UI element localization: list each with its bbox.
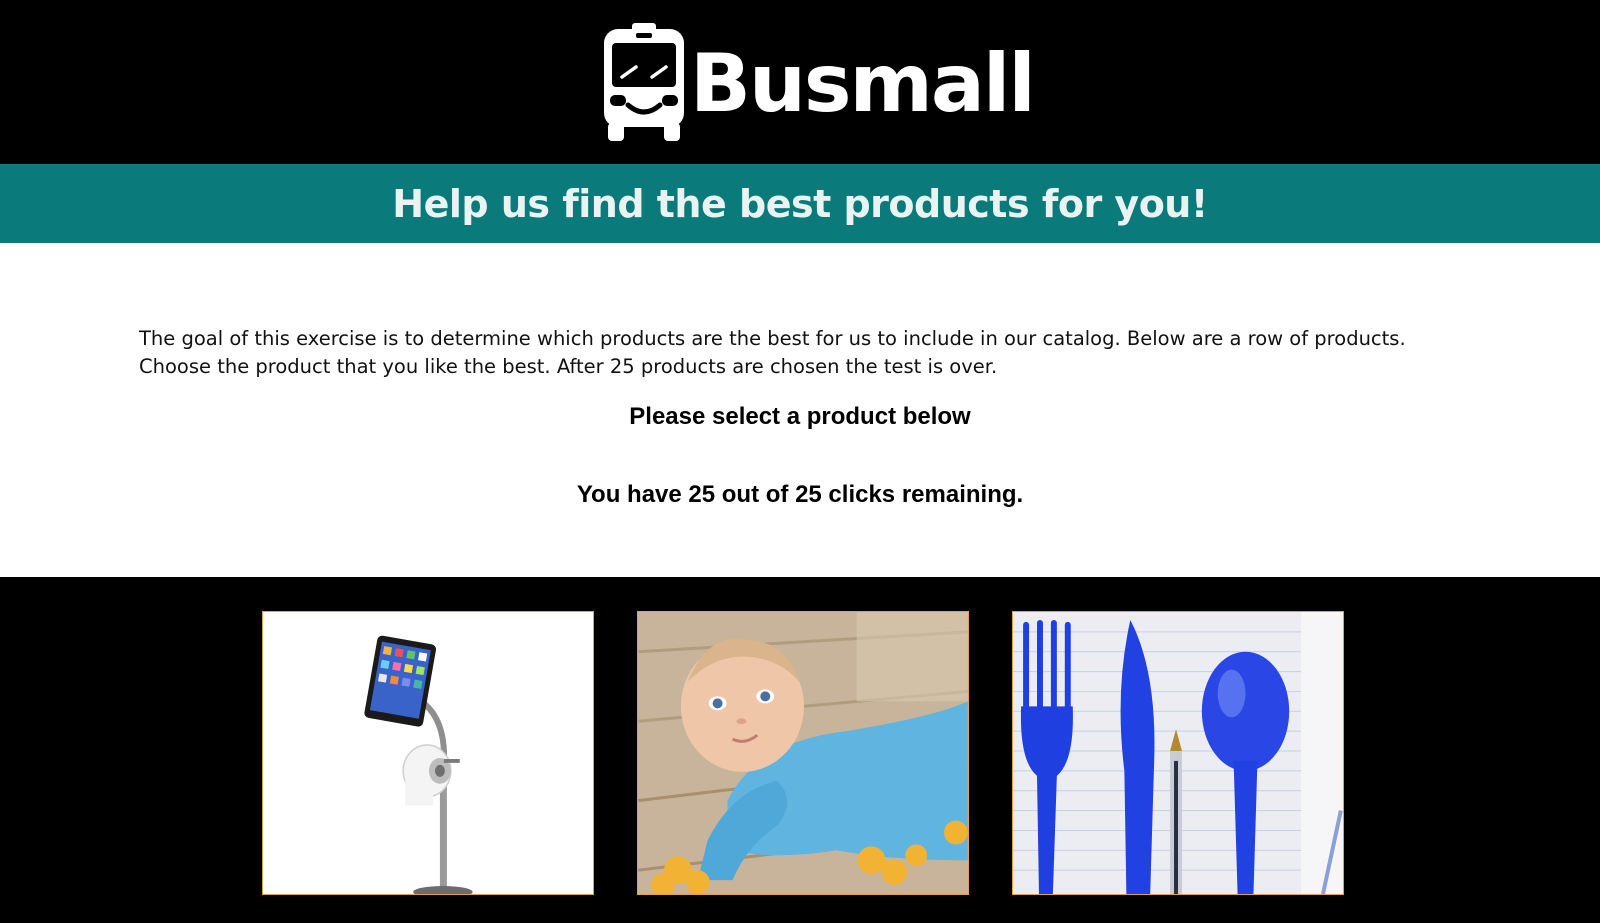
tablet-toilet-paper-stand-icon (263, 612, 593, 894)
logo: Busmall (600, 22, 1036, 142)
select-prompt: Please select a product below (629, 403, 971, 430)
pen-cutlery-icon (1013, 612, 1343, 894)
site-header: Busmall (0, 0, 1600, 164)
banner: Help us find the best products for you! (0, 164, 1600, 243)
clicks-remaining: You have 25 out of 25 clicks remaining. (576, 481, 1024, 508)
intro-text: The goal of this exercise is to determin… (139, 326, 1406, 378)
baby-mop-icon (638, 612, 968, 894)
product-image-pen-cutlery[interactable] (1012, 611, 1344, 895)
bus-icon (604, 23, 684, 141)
page-title: Help us find the best products for you! (392, 181, 1208, 226)
logo-text: Busmall (690, 37, 1036, 130)
product-row (0, 577, 1600, 923)
product-image-tablet-stand[interactable] (262, 611, 594, 895)
product-image-baby-mop[interactable] (637, 611, 969, 895)
